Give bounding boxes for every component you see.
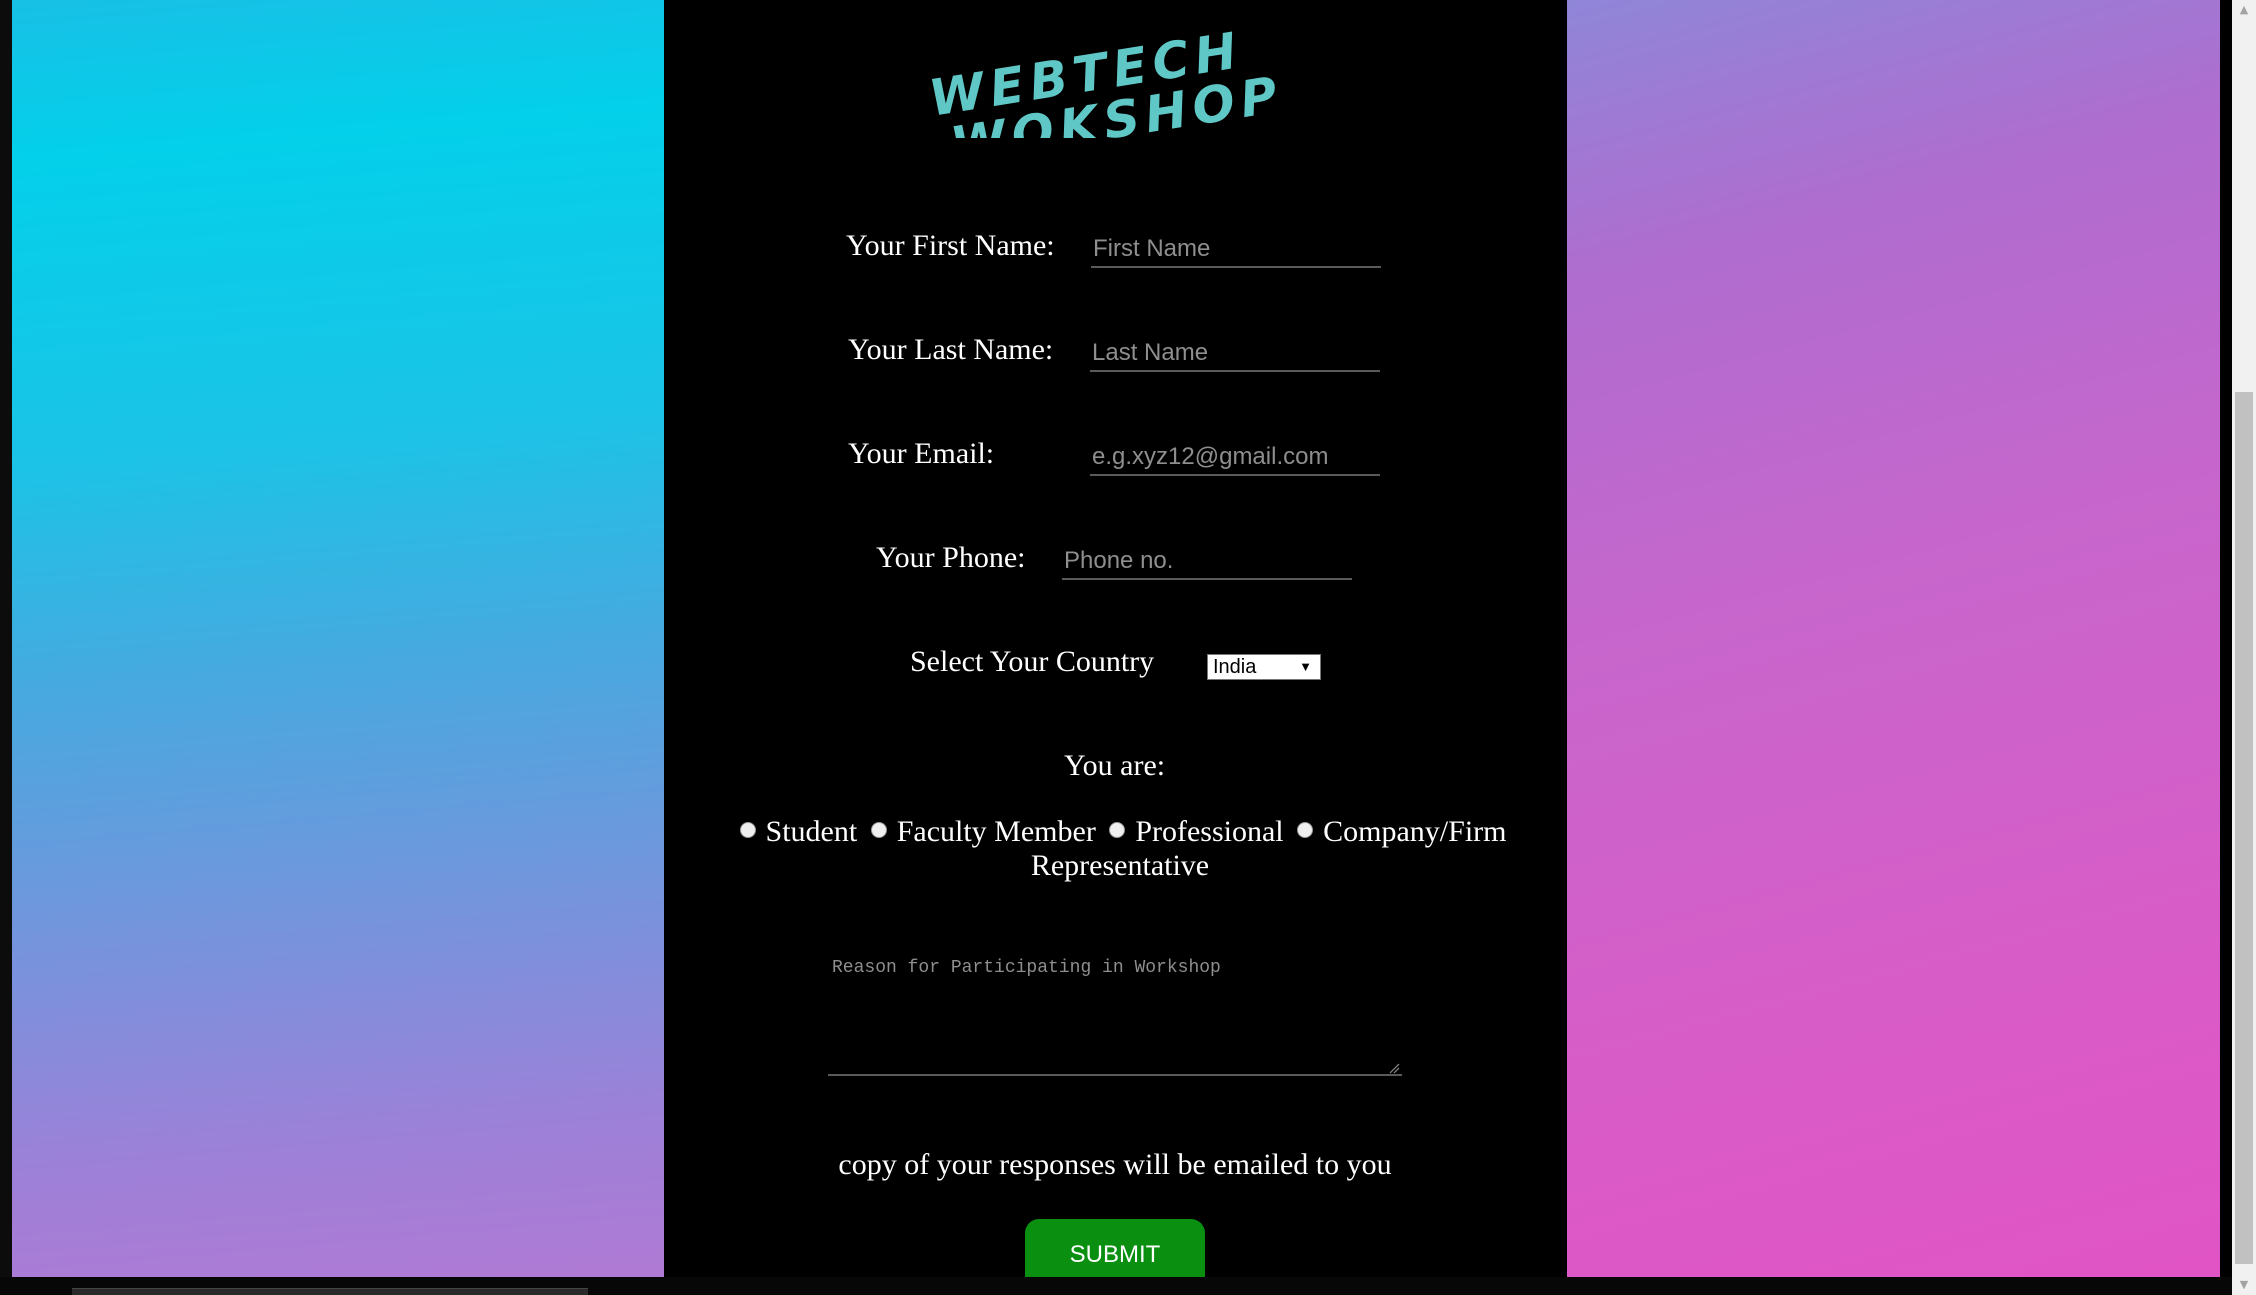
resize-grip-icon[interactable] bbox=[1388, 1062, 1400, 1074]
role-option-student[interactable]: Student bbox=[734, 815, 858, 848]
first-name-label: Your First Name: bbox=[846, 229, 1055, 262]
email-label: Your Email: bbox=[848, 437, 995, 470]
last-name-label: Your Last Name: bbox=[848, 333, 1054, 366]
role-option-label: Student bbox=[765, 815, 858, 848]
scroll-down-arrow-icon[interactable]: ▼ bbox=[2232, 1275, 2256, 1295]
horizontal-scrollbar-thumb[interactable] bbox=[72, 1288, 588, 1295]
webtech-workshop-logo: WEBTECH WOKSHOP bbox=[925, 21, 1287, 138]
role-option-label: Faculty Member bbox=[896, 815, 1096, 848]
country-selected-value: India bbox=[1213, 656, 1257, 678]
radio-button-icon[interactable] bbox=[1297, 822, 1314, 838]
radio-button-icon[interactable] bbox=[870, 822, 887, 838]
left-edge-strip bbox=[0, 0, 12, 1277]
left-gradient-panel bbox=[12, 0, 664, 1277]
role-label: You are: bbox=[1064, 749, 1166, 782]
horizontal-scrollbar[interactable] bbox=[0, 1277, 2232, 1295]
radio-button-icon[interactable] bbox=[739, 822, 756, 838]
vertical-scrollbar-thumb[interactable] bbox=[2235, 392, 2253, 1264]
email-copy-note: copy of your responses will be emailed t… bbox=[838, 1148, 1392, 1181]
role-option-professional[interactable]: Professional bbox=[1103, 815, 1284, 848]
email-input[interactable] bbox=[1090, 442, 1380, 476]
vertical-scrollbar[interactable]: ▲ ▼ bbox=[2232, 0, 2256, 1295]
dropdown-arrow-icon: ▼ bbox=[1299, 659, 1312, 674]
scroll-up-arrow-icon[interactable]: ▲ bbox=[2232, 0, 2256, 20]
page: WEBTECH WOKSHOP Your First Name: Your La… bbox=[0, 0, 2256, 1295]
last-name-input[interactable] bbox=[1090, 338, 1380, 372]
right-gradient-panel bbox=[1567, 0, 2220, 1277]
role-option-label: Professional bbox=[1135, 815, 1284, 848]
country-label: Select Your Country bbox=[910, 645, 1155, 678]
role-option-faculty-member[interactable]: Faculty Member bbox=[865, 815, 1096, 848]
reason-textarea[interactable] bbox=[828, 940, 1402, 1076]
role-radio-group: Student Faculty Member Professional Comp… bbox=[720, 815, 1520, 883]
phone-label: Your Phone: bbox=[876, 541, 1026, 574]
radio-button-icon[interactable] bbox=[1109, 822, 1126, 838]
country-select[interactable]: India ▼ bbox=[1207, 654, 1321, 680]
phone-input[interactable] bbox=[1062, 546, 1352, 580]
first-name-input[interactable] bbox=[1091, 234, 1381, 268]
